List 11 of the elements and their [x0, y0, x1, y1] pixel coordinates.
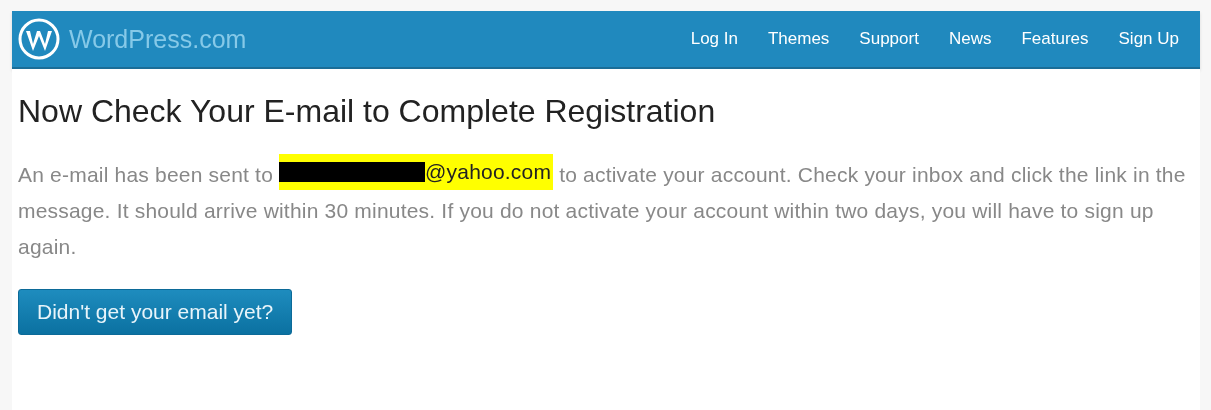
wordpress-logo-icon [18, 18, 60, 60]
page-title: Now Check Your E-mail to Complete Registration [18, 93, 717, 130]
nav-link[interactable]: Log In [675, 29, 753, 49]
resend-email-button[interactable]: Didn't get your email yet? [18, 289, 293, 335]
nav-link[interactable]: News [933, 29, 1007, 49]
nav-link[interactable]: Themes [752, 29, 845, 49]
nav-link[interactable]: Sign Up [1103, 29, 1194, 49]
nav-link[interactable]: Features [1006, 29, 1104, 49]
site-logo-text[interactable]: WordPress.com [69, 24, 247, 54]
nav-link[interactable]: Support [844, 29, 934, 49]
message-text: An e-mail has been sent to @yahoo.com to activate your account. Check your inbox and click the link in the message. It should arrive within 30 minutes. If you do not activate your account within two days, you will have to sign up again. [18, 154, 1194, 265]
